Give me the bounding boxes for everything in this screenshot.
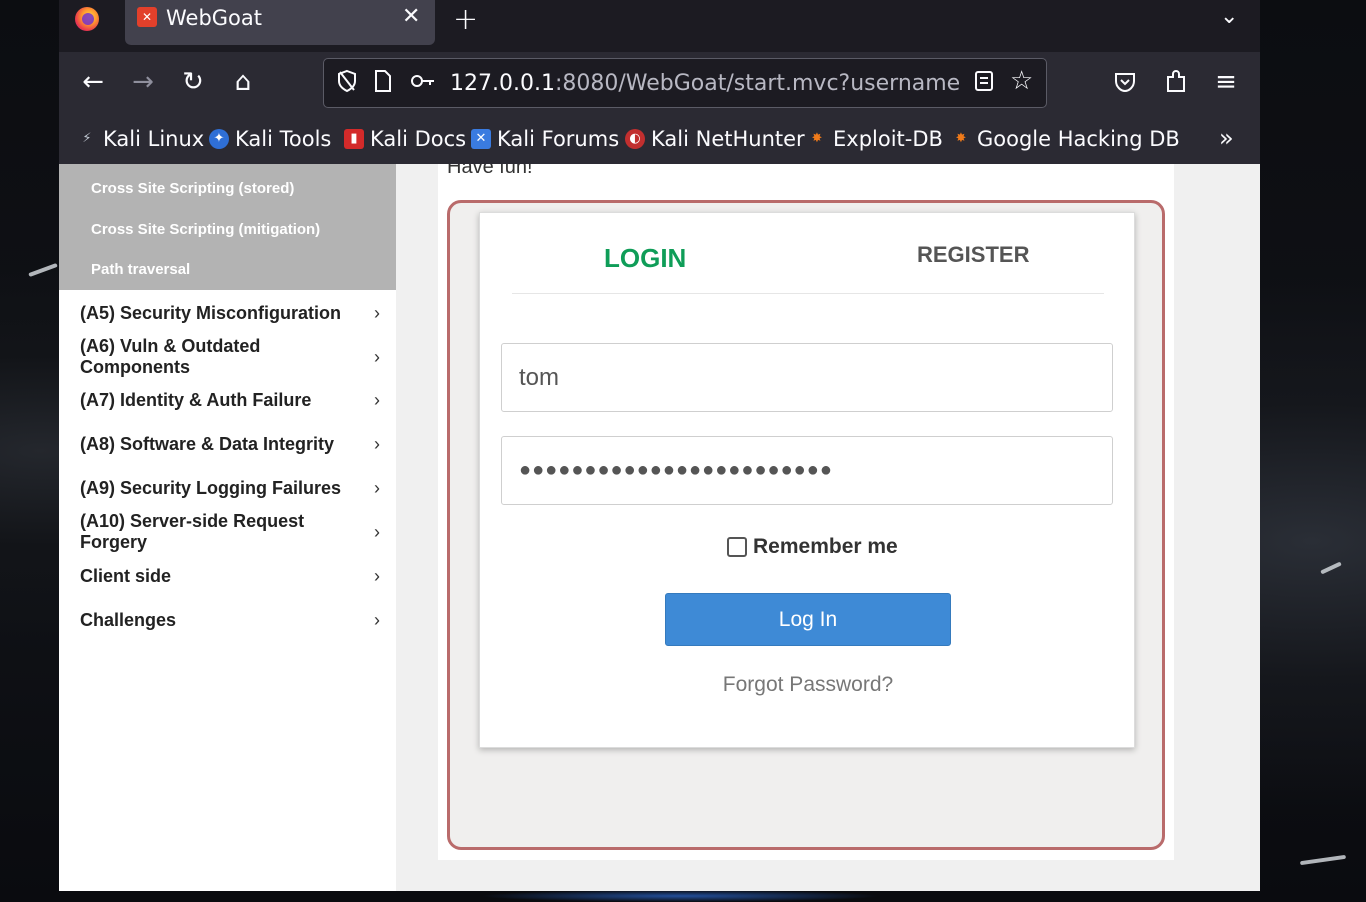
- new-tab-button[interactable]: +: [453, 2, 478, 37]
- password-input[interactable]: [501, 436, 1113, 505]
- lesson-sidebar: Cross Site Scripting (stored) Cross Site…: [59, 164, 396, 891]
- wallpaper-streak: [1320, 561, 1342, 575]
- extensions-icon[interactable]: [1160, 66, 1192, 98]
- wallpaper-glow: [480, 890, 880, 902]
- close-tab-icon[interactable]: ✕: [402, 4, 420, 29]
- sidebar-item-client-side[interactable]: Client side ›: [80, 562, 380, 590]
- bookmark-google-hacking-db[interactable]: ✸ Google Hacking DB: [951, 125, 1180, 153]
- tab-title: WebGoat: [166, 6, 263, 30]
- sidebar-item-label: (A10) Server-side Request Forgery: [80, 511, 305, 552]
- wallpaper-streak: [28, 262, 58, 278]
- tracking-protection-shield-icon[interactable]: [336, 69, 358, 101]
- chevron-right-icon: ›: [374, 433, 380, 454]
- url-bar[interactable]: 127.0.0.1:8080/WebGoat/start.mvc?usernam…: [323, 58, 1047, 108]
- kali-docs-icon: ▮: [344, 129, 364, 149]
- bookmark-kali-nethunter[interactable]: ◐ Kali NetHunter: [625, 125, 805, 153]
- hamburger-menu-icon[interactable]: ≡: [1210, 66, 1242, 98]
- kali-dragon-icon: ⚡: [82, 131, 92, 146]
- chevron-right-icon: ›: [374, 521, 380, 542]
- bookmark-kali-linux[interactable]: ⚡ Kali Linux: [77, 125, 204, 153]
- forward-arrow-icon[interactable]: →: [127, 66, 159, 98]
- sidebar-submenu: Cross Site Scripting (stored) Cross Site…: [59, 164, 396, 290]
- reader-view-icon[interactable]: [974, 69, 994, 101]
- tab-divider: [512, 293, 1104, 294]
- sidebar-item-a9[interactable]: (A9) Security Logging Failures ›: [80, 474, 380, 502]
- pocket-icon[interactable]: [1109, 66, 1141, 98]
- sidebar-item-label: (A8) Software & Data Integrity: [80, 433, 335, 454]
- forgot-password-link[interactable]: Forgot Password?: [480, 673, 1136, 697]
- chevron-right-icon: ›: [374, 346, 380, 367]
- username-input[interactable]: [501, 343, 1113, 412]
- chevron-right-icon: ›: [374, 477, 380, 498]
- tab-strip: ✕ WebGoat ✕ + ⌄: [59, 0, 1260, 52]
- kali-forums-icon: ✕: [471, 129, 491, 149]
- sidebar-item-label: (A6) Vuln & Outdated Components: [80, 336, 261, 377]
- webgoat-favicon-icon: ✕: [137, 7, 157, 27]
- remember-me[interactable]: Remember me: [727, 535, 898, 559]
- sidebar-item-challenges[interactable]: Challenges ›: [80, 606, 380, 634]
- key-permissions-icon[interactable]: [410, 69, 436, 101]
- back-arrow-icon[interactable]: ←: [77, 66, 109, 98]
- reload-icon[interactable]: ↻: [177, 66, 209, 98]
- chevron-right-icon: ›: [374, 609, 380, 630]
- bookmarks-toolbar: ⚡ Kali Linux ✦ Kali Tools ▮ Kali Docs ✕ …: [59, 114, 1260, 164]
- sidebar-item-a10[interactable]: (A10) Server-side Request Forgery ›: [80, 511, 380, 552]
- chevron-right-icon: ›: [374, 565, 380, 586]
- remember-me-checkbox[interactable]: [727, 537, 747, 557]
- sidebar-item-label: (A5) Security Misconfiguration: [80, 302, 342, 323]
- sidebar-item-label: Client side: [80, 565, 172, 586]
- ghdb-icon: ✸: [955, 131, 967, 146]
- sidebar-item-label: (A9) Security Logging Failures: [80, 477, 342, 498]
- bookmark-kali-docs[interactable]: ▮ Kali Docs: [344, 125, 466, 153]
- sidebar-item-a7[interactable]: (A7) Identity & Auth Failure ›: [80, 386, 380, 414]
- url-host: 127.0.0.1: [450, 71, 555, 96]
- sidebar-item-a6[interactable]: (A6) Vuln & Outdated Components ›: [80, 336, 380, 377]
- navigation-toolbar: ← → ↻ ⌂ 127.0.0.1:8080/WebGoat/start.mvc…: [59, 52, 1260, 114]
- submenu-item-xss-stored[interactable]: Cross Site Scripting (stored): [91, 180, 294, 197]
- login-button[interactable]: Log In: [665, 593, 951, 646]
- bookmark-star-icon[interactable]: ☆: [1010, 67, 1033, 95]
- tab-webgoat[interactable]: ✕ WebGoat ✕: [125, 0, 435, 45]
- chevron-right-icon: ›: [374, 302, 380, 323]
- kali-tools-icon: ✦: [209, 129, 229, 149]
- sidebar-item-a8[interactable]: (A8) Software & Data Integrity ›: [80, 430, 380, 458]
- firefox-logo-icon[interactable]: [75, 7, 99, 31]
- bookmark-label: Exploit-DB: [833, 127, 943, 151]
- list-all-tabs-icon[interactable]: ⌄: [1220, 4, 1238, 29]
- bookmark-label: Google Hacking DB: [977, 127, 1180, 151]
- exploit-db-icon: ✸: [811, 131, 823, 146]
- chevron-right-icon: ›: [374, 389, 380, 410]
- bookmark-label: Kali NetHunter: [651, 127, 805, 151]
- tab-register[interactable]: REGISTER: [917, 242, 1029, 268]
- bookmark-kali-forums[interactable]: ✕ Kali Forums: [471, 125, 619, 153]
- more-bookmarks-icon[interactable]: »: [1219, 124, 1234, 152]
- login-frame: LOGIN REGISTER Remember me Log In Forgot…: [447, 200, 1165, 850]
- sidebar-item-label: (A7) Identity & Auth Failure: [80, 389, 312, 410]
- tab-login[interactable]: LOGIN: [604, 243, 686, 274]
- remember-me-label: Remember me: [753, 535, 898, 558]
- lesson-main: Have fun! LOGIN REGISTER Remember me Log…: [396, 164, 1260, 891]
- browser-window: ✕ WebGoat ✕ + ⌄ ← → ↻ ⌂ 127.0.0.1:8080/W…: [59, 0, 1260, 891]
- sidebar-item-label: Challenges: [80, 609, 177, 630]
- bookmark-label: Kali Docs: [370, 127, 467, 151]
- sidebar-item-a5[interactable]: (A5) Security Misconfiguration ›: [80, 299, 380, 327]
- submenu-item-xss-mitigation[interactable]: Cross Site Scripting (mitigation): [91, 221, 320, 238]
- page-info-icon[interactable]: [374, 69, 392, 101]
- home-icon[interactable]: ⌂: [227, 66, 259, 98]
- kali-nethunter-icon: ◐: [625, 129, 645, 149]
- wallpaper-streak: [1299, 854, 1347, 866]
- url-text[interactable]: 127.0.0.1:8080/WebGoat/start.mvc?usernam…: [450, 70, 960, 98]
- bookmark-label: Kali Forums: [497, 127, 620, 151]
- submenu-item-path-traversal[interactable]: Path traversal: [91, 261, 190, 278]
- bookmark-label: Kali Linux: [103, 127, 205, 151]
- intro-text: Have fun!: [447, 164, 533, 178]
- bookmark-kali-tools[interactable]: ✦ Kali Tools: [209, 125, 331, 153]
- page-content: Cross Site Scripting (stored) Cross Site…: [59, 164, 1260, 891]
- login-card: LOGIN REGISTER Remember me Log In Forgot…: [479, 212, 1135, 748]
- bookmark-exploit-db[interactable]: ✸ Exploit-DB: [807, 125, 943, 153]
- bookmark-label: Kali Tools: [235, 127, 332, 151]
- url-path: :8080/WebGoat/start.mvc?username=duxin: [554, 71, 960, 96]
